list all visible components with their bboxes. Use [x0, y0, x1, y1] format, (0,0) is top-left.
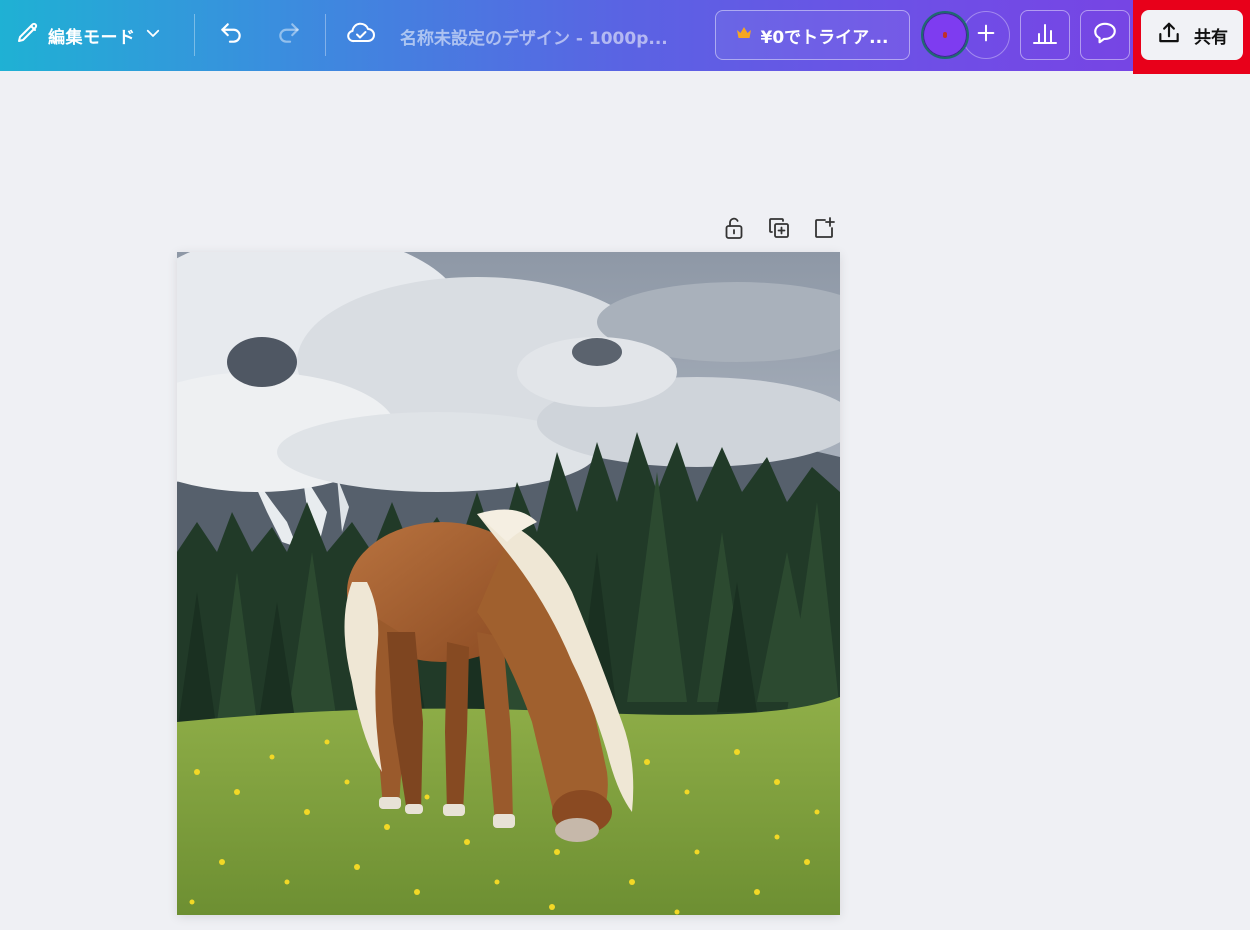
- top-toolbar: 編集モード 名称未設定のデザイン - 1000p... ¥0でトライア... 共…: [0, 0, 1250, 74]
- share-label: 共有: [1194, 27, 1228, 48]
- comment-icon: [1092, 20, 1118, 50]
- save-status-button[interactable]: [339, 13, 383, 57]
- bar-chart-icon: [1031, 20, 1059, 50]
- cloud-check-icon: [346, 20, 376, 50]
- edit-mode-label: 編集モード: [48, 27, 136, 48]
- add-page-button[interactable]: [808, 216, 840, 244]
- page-actions: [718, 216, 840, 244]
- free-trial-label: ¥0でトライア...: [760, 27, 889, 48]
- upload-icon: [1156, 20, 1182, 51]
- toolbar-divider: [325, 14, 326, 56]
- pencil-icon: [16, 21, 40, 50]
- canvas-image: [177, 252, 840, 915]
- plus-icon: [975, 22, 997, 48]
- redo-icon: [276, 20, 302, 50]
- redo-button[interactable]: [267, 13, 311, 57]
- chevron-down-icon: [144, 24, 162, 47]
- insights-button[interactable]: [1020, 10, 1070, 60]
- avatar: [921, 11, 969, 59]
- design-canvas[interactable]: [177, 252, 840, 915]
- unlock-icon: [724, 216, 744, 244]
- share-button[interactable]: 共有: [1141, 10, 1243, 60]
- crown-icon: [736, 25, 752, 45]
- user-avatar[interactable]: [920, 11, 970, 59]
- edit-mode-dropdown[interactable]: 編集モード: [8, 14, 170, 56]
- free-trial-button[interactable]: ¥0でトライア...: [715, 10, 910, 60]
- document-title[interactable]: 名称未設定のデザイン - 1000p...: [400, 22, 695, 50]
- toolbar-divider: [194, 14, 195, 56]
- comments-button[interactable]: [1080, 10, 1130, 60]
- lock-page-button[interactable]: [718, 216, 750, 244]
- duplicate-page-icon: [767, 216, 791, 244]
- undo-button[interactable]: [209, 13, 253, 57]
- add-page-icon: [812, 216, 836, 244]
- undo-icon: [218, 20, 244, 50]
- duplicate-page-button[interactable]: [763, 216, 795, 244]
